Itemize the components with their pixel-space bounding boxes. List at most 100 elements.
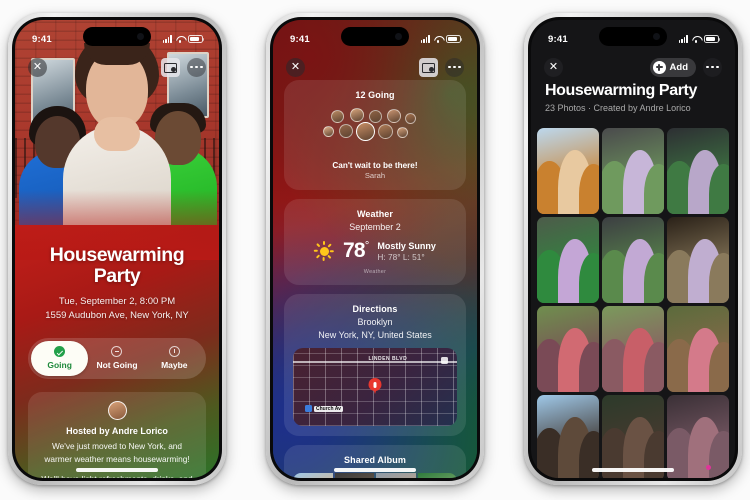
weather-temperature: 78° xyxy=(343,239,369,262)
shared-album-header: Shared Album xyxy=(344,455,406,465)
album-photo[interactable] xyxy=(602,395,664,478)
battery-icon xyxy=(188,35,205,43)
directions-region: New York, NY, United States xyxy=(318,330,432,340)
album-photo[interactable] xyxy=(537,395,599,478)
weather-date: September 2 xyxy=(349,222,401,232)
battery-icon xyxy=(704,35,721,43)
phone-2-event-details: 9:41 ✕ 12 Going Can't wait to be there! … xyxy=(266,13,484,485)
home-indicator[interactable] xyxy=(334,468,416,472)
attendee-avatar[interactable] xyxy=(356,122,375,141)
check-circle-icon xyxy=(54,346,66,358)
weather-condition: Mostly Sunny xyxy=(377,240,436,251)
question-circle-icon xyxy=(168,346,180,358)
sun-ray xyxy=(316,254,321,259)
album-photo[interactable] xyxy=(602,217,664,303)
battery-icon xyxy=(446,35,463,43)
attendee-avatar[interactable] xyxy=(350,108,364,122)
attendee-avatar[interactable] xyxy=(378,124,393,139)
sun-ray xyxy=(323,257,325,261)
close-icon[interactable]: ✕ xyxy=(286,57,305,77)
rsvp-option-not-going[interactable]: Not Going xyxy=(88,341,145,376)
album-photo[interactable] xyxy=(602,128,664,214)
attendee-avatar[interactable] xyxy=(339,124,353,138)
weather-description: Mostly Sunny H: 78° L: 51° xyxy=(377,241,436,262)
album-photo[interactable] xyxy=(602,306,664,392)
close-icon[interactable]: ✕ xyxy=(544,57,563,77)
rsvp-option-maybe[interactable]: Maybe xyxy=(146,341,203,376)
attendee-avatar[interactable] xyxy=(331,110,344,123)
plus-circle-icon xyxy=(652,60,666,74)
album-photo[interactable] xyxy=(537,306,599,392)
album-meta: 23 Photos · Created by Andre Lorico xyxy=(545,103,691,113)
sun-ray xyxy=(327,243,332,248)
subway-badge-icon xyxy=(305,405,312,412)
add-photos-button[interactable]: Add xyxy=(649,57,696,77)
album-thumbnail[interactable] xyxy=(293,473,333,478)
rsvp-option-going[interactable]: Going xyxy=(31,341,89,377)
home-indicator[interactable] xyxy=(592,468,674,472)
phone-1-navbar: ✕ xyxy=(15,54,219,80)
phone-3-shared-album: 9:41 ✕ Add Housewarming Party 23 Photos … xyxy=(524,13,742,485)
weather-high-low: H: 78° L: 51° xyxy=(377,251,425,262)
dynamic-island xyxy=(599,27,667,46)
weather-card[interactable]: Weather September 2 78° Mostly Sunny H: … xyxy=(284,199,466,285)
album-photo[interactable] xyxy=(667,128,729,214)
album-photo[interactable] xyxy=(667,395,729,478)
minus-circle-icon xyxy=(111,346,123,358)
more-options-icon[interactable] xyxy=(703,57,722,77)
shared-album-thumbnails[interactable] xyxy=(293,473,457,478)
phone-3-bezel: 9:41 ✕ Add Housewarming Party 23 Photos … xyxy=(528,17,738,481)
close-icon[interactable]: ✕ xyxy=(28,57,47,77)
album-photo[interactable] xyxy=(537,128,599,214)
add-to-calendar-icon[interactable] xyxy=(161,57,180,77)
event-datetime: Tue, September 2, 8:00 PM xyxy=(58,295,176,307)
cellular-signal-icon xyxy=(420,35,430,43)
attendee-avatar[interactable] xyxy=(323,126,334,137)
attendee-quote: Can't wait to be there! xyxy=(332,161,418,170)
wifi-icon xyxy=(692,35,701,43)
album-photo[interactable] xyxy=(667,217,729,303)
more-options-icon[interactable] xyxy=(187,57,206,77)
home-indicator[interactable] xyxy=(76,468,158,472)
phone-2-navbar: ✕ xyxy=(273,54,477,80)
album-photo-grid[interactable] xyxy=(537,128,729,478)
host-avatar[interactable] xyxy=(107,401,127,421)
status-time: 9:41 xyxy=(290,33,310,45)
sun-ray xyxy=(314,250,319,252)
status-time: 9:41 xyxy=(32,33,52,45)
shared-album-card[interactable]: Shared Album xyxy=(284,445,466,478)
album-activity-dot xyxy=(706,465,711,470)
host-note-card: Hosted by Andre Lorico We've just moved … xyxy=(28,392,206,478)
attendee-avatar[interactable] xyxy=(397,127,408,138)
map-subway-station: Church Av xyxy=(305,405,343,412)
sun-ray xyxy=(323,241,325,245)
phone-2-screen: 9:41 ✕ 12 Going Can't wait to be there! … xyxy=(273,20,477,478)
going-card[interactable]: 12 Going Can't wait to be there! Sarah xyxy=(284,80,466,190)
album-thumbnail[interactable] xyxy=(417,473,457,478)
attendee-avatar[interactable] xyxy=(369,110,382,123)
map-road-label: LINDEN BLVD xyxy=(368,356,408,362)
directions-card[interactable]: Directions Brooklyn New York, NY, United… xyxy=(284,294,466,436)
more-options-icon[interactable] xyxy=(445,57,464,77)
map-preview[interactable]: LINDEN BLVD Church Av xyxy=(293,348,457,426)
host-message-paragraph-1: We've just moved to New York, and warmer… xyxy=(44,441,190,464)
phone-1-bezel: 9:41 ✕ Housewarming Party Tue, September… xyxy=(12,17,222,481)
phone-2-bezel: 9:41 ✕ 12 Going Can't wait to be there! … xyxy=(270,17,480,481)
attendee-avatars xyxy=(293,108,457,154)
phone-1-event-invitation: 9:41 ✕ Housewarming Party Tue, September… xyxy=(8,13,226,485)
add-to-calendar-icon[interactable] xyxy=(419,57,438,77)
album-thumbnail[interactable] xyxy=(376,473,416,478)
phone-1-screen: 9:41 ✕ Housewarming Party Tue, September… xyxy=(15,20,219,478)
status-indicators xyxy=(678,35,721,43)
add-button-label: Add xyxy=(669,61,688,73)
rsvp-label: Going xyxy=(47,360,72,371)
album-photo[interactable] xyxy=(667,306,729,392)
map-transit-badge xyxy=(441,357,448,364)
attendee-avatar[interactable] xyxy=(387,109,401,123)
navbar-right-actions: Add xyxy=(649,57,722,77)
attendee-avatar[interactable] xyxy=(405,113,416,124)
album-photo[interactable] xyxy=(537,217,599,303)
album-thumbnail[interactable] xyxy=(334,473,374,478)
sun-icon xyxy=(314,241,335,261)
event-cards-scroll[interactable]: 12 Going Can't wait to be there! Sarah W… xyxy=(273,80,477,478)
